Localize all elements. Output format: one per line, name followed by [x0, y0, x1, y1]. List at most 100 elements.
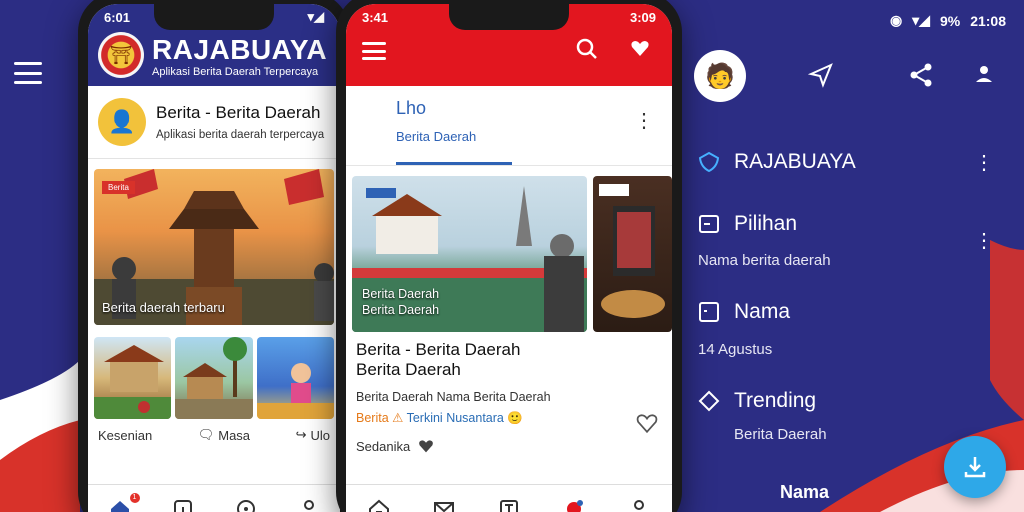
panel-subtitle: Nama berita daerah — [698, 252, 831, 269]
profile-subtitle: Aplikasi berita daerah terpercaya — [156, 129, 325, 141]
girl-illustration — [256, 363, 334, 419]
brand-title: RAJABUAYA — [152, 34, 328, 65]
side-panel: ◉ ▾◢ 9% 21:08 🧑 RAJABUAYA ⋮ Pilihan ⋮ Na… — [682, 0, 1024, 512]
phone-center-screen: 3:41 3:09 Lho Berita Daerah ⋮ Berita Dae… — [346, 4, 672, 512]
status-time: 3:41 — [362, 9, 389, 25]
panel-item-rajabuaya[interactable]: RAJABUAYA ⋮ — [698, 142, 1008, 182]
person-icon — [303, 499, 314, 510]
label-kesenian[interactable]: Kesenian — [98, 427, 152, 443]
minus-box-icon — [699, 215, 719, 233]
signal-icon: ▾◢ — [912, 12, 930, 28]
mail-icon — [433, 501, 454, 512]
nav-home[interactable] — [367, 497, 391, 512]
like-icon[interactable] — [636, 412, 658, 434]
nav-square[interactable] — [171, 497, 195, 512]
shield-icon — [698, 151, 720, 173]
share-icon: ↪ — [295, 427, 307, 442]
heart-icon[interactable] — [418, 438, 434, 454]
phone-notch — [449, 4, 569, 30]
clock-icon — [698, 390, 720, 412]
hero-badge: Berita — [102, 181, 135, 194]
section-title[interactable]: Lho — [396, 98, 672, 119]
shop-illustration — [598, 184, 665, 318]
panel-item-pilihan[interactable]: Pilihan ⋮ — [698, 204, 1008, 252]
phone-center: 3:41 3:09 Lho Berita Daerah ⋮ Berita Dae… — [336, 0, 682, 512]
section-subtitle: Berita Daerah — [396, 129, 477, 144]
nav-notification[interactable] — [562, 497, 586, 512]
house-illustration — [94, 345, 172, 419]
label-ulo[interactable]: ↪ Ulo — [296, 427, 330, 443]
article-description: Berita Daerah Nama Berita Daerah — [356, 390, 551, 404]
article-meta: Berita ⚠ Terkini Nusantara 🙂 — [356, 411, 523, 425]
status-time: 21:08 — [970, 12, 1006, 29]
profile-row[interactable]: 👤 Berita - Berita Daerah Aplikasi berita… — [88, 86, 340, 159]
thumbnail-kesenian[interactable] — [94, 337, 172, 419]
nav-mail[interactable] — [432, 497, 456, 512]
article-card[interactable]: Berita - Berita Daerah Berita Daerah Ber… — [346, 332, 672, 462]
tab-underline — [396, 162, 512, 165]
panel-subtitle: 14 Agustus — [698, 341, 773, 358]
side-image[interactable] — [592, 176, 672, 332]
brand-tagline: Aplikasi Berita Daerah Terpercaya — [152, 66, 319, 78]
location-icon — [236, 499, 255, 512]
phone-notch — [154, 4, 274, 30]
share-icon[interactable] — [908, 62, 934, 88]
label-masa[interactable]: 🗨 Masa — [198, 427, 250, 443]
thumbnail-masa[interactable] — [175, 337, 253, 419]
text-icon — [499, 499, 518, 512]
hero-caption: Berita daerah terbaru — [102, 300, 225, 315]
home-icon — [368, 499, 389, 512]
village-illustration — [175, 337, 253, 419]
thumbnail-ulo[interactable] — [256, 337, 334, 419]
status-bar: ◉ ▾◢ 9% 21:08 — [890, 12, 1006, 29]
home-icon — [110, 500, 129, 512]
status-time: 6:01 — [104, 9, 131, 25]
square-icon — [699, 302, 719, 322]
panel-subtitle: Berita Daerah — [734, 426, 827, 443]
heart-icon[interactable] — [630, 38, 650, 58]
profile-title: Berita - Berita Daerah — [156, 103, 321, 122]
panel-item-nama[interactable]: Nama — [698, 292, 1008, 332]
main-image[interactable]: Berita Daerah Berita Daerah — [352, 176, 587, 332]
app-logo[interactable]: ⛩ — [98, 32, 144, 78]
section-header: Lho Berita Daerah ⋮ — [346, 86, 672, 166]
image-row: Berita Daerah Berita Daerah — [346, 166, 672, 332]
nav-location[interactable] — [234, 497, 258, 512]
notification-badge: 1 — [129, 492, 140, 503]
article-headline: Berita - Berita Daerah Berita Daerah — [356, 340, 521, 379]
signal-icon: ▾◢ — [307, 9, 324, 24]
more-icon[interactable]: ⋮ — [634, 108, 654, 133]
phone-left: 6:01 ▾◢ ⛩ RAJABUAYA Aplikasi Berita Daer… — [78, 0, 350, 512]
nav-profile[interactable] — [627, 497, 651, 512]
menu-button[interactable] — [362, 42, 386, 60]
send-icon[interactable] — [808, 62, 834, 88]
phone-left-screen: 6:01 ▾◢ ⛩ RAJABUAYA Aplikasi Berita Daer… — [88, 4, 340, 512]
more-icon[interactable]: ⋮ — [974, 150, 994, 175]
person-icon — [634, 499, 645, 510]
thumbnail-grid — [94, 337, 334, 419]
person-icon[interactable] — [972, 62, 996, 86]
chat-icon: 🗨 — [197, 427, 215, 442]
square-icon — [173, 499, 192, 512]
more-icon[interactable]: ⋮ — [974, 228, 994, 253]
panel-item-trending[interactable]: Trending — [698, 381, 1008, 421]
bottom-nav — [346, 484, 672, 512]
status-right: 3:09 — [629, 9, 656, 25]
menu-button[interactable] — [14, 62, 42, 84]
nav-text[interactable] — [497, 497, 521, 512]
thumbnail-labels: Kesenian 🗨 Masa ↪ Ulo — [88, 419, 340, 451]
download-icon — [964, 457, 986, 478]
search-icon[interactable] — [576, 38, 598, 60]
avatar[interactable]: 🧑 — [694, 50, 746, 102]
wifi-icon: ◉ — [889, 12, 903, 28]
download-button[interactable] — [944, 436, 1006, 498]
hero-image[interactable]: Berita Berita daerah terbaru — [94, 169, 334, 325]
panel-bottom-label[interactable]: Nama — [780, 482, 829, 503]
battery-text: 9% — [939, 12, 961, 29]
notification-icon — [567, 499, 584, 512]
article-source: Sedanika — [356, 438, 662, 454]
nav-profile[interactable] — [297, 497, 321, 512]
nav-home[interactable]: 1 — [108, 492, 140, 512]
avatar: 👤 — [98, 98, 146, 146]
main-image-caption: Berita Daerah Berita Daerah — [362, 287, 440, 317]
